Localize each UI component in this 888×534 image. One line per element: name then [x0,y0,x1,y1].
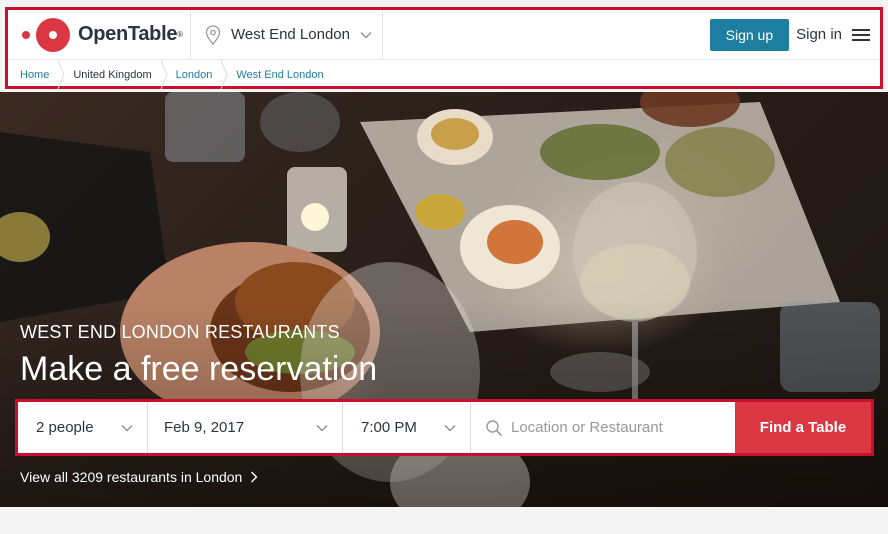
party-size-select[interactable]: 2 people [18,402,148,453]
view-all-restaurants-link[interactable]: View all 3209 restaurants in London [20,469,258,485]
location-label: West End London [231,26,350,43]
breadcrumb: Home United Kingdom London West End Lond… [8,60,880,89]
breadcrumb-item[interactable]: Home [20,60,73,89]
breadcrumb-london[interactable]: London [176,69,213,81]
breadcrumb-item[interactable]: West End London [236,69,323,81]
reservation-search-form: 2 people Feb 9, 2017 7:00 PM Location or… [15,399,874,456]
breadcrumb-separator-icon [57,60,65,89]
chevron-down-icon [360,31,372,38]
breadcrumb-separator-icon [220,60,228,89]
hero-title: Make a free reservation [20,350,378,388]
hero-banner: WEST END LONDON RESTAURANTS Make a free … [0,92,888,507]
opentable-logo[interactable]: OpenTable ® [8,10,191,59]
breadcrumb-united-kingdom: United Kingdom [73,68,152,81]
view-all-label: View all 3209 restaurants in London [20,469,243,485]
breadcrumb-home[interactable]: Home [20,69,49,81]
chevron-down-icon [444,424,456,431]
party-size-value: 2 people [36,419,94,436]
time-select[interactable]: 7:00 PM [343,402,471,453]
breadcrumb-item: United Kingdom [73,60,175,89]
location-pin-icon [205,24,221,45]
date-select[interactable]: Feb 9, 2017 [148,402,343,453]
chevron-down-icon [316,424,328,431]
location-search-placeholder: Location or Restaurant [511,419,663,436]
logo-registered-mark: ® [177,30,184,39]
sign-up-button[interactable]: Sign up [709,18,790,51]
breadcrumb-separator-icon [160,60,168,89]
logo-small-dot-icon [22,30,30,39]
find-a-table-button[interactable]: Find a Table [735,402,871,453]
breadcrumb-west-end-london[interactable]: West End London [236,69,323,81]
sign-in-link[interactable]: Sign in [796,26,842,43]
time-value: 7:00 PM [361,419,417,436]
chevron-down-icon [121,424,133,431]
chevron-right-icon [251,471,258,483]
search-icon [486,419,503,436]
location-selector[interactable]: West End London [191,10,383,59]
top-bar: OpenTable ® West End London Sign up Sign … [8,10,880,60]
hero-subtitle: WEST END LONDON RESTAURANTS [20,322,340,342]
site-header: OpenTable ® West End London Sign up Sign … [5,7,883,89]
opentable-logo-icon [36,17,70,52]
menu-icon[interactable] [852,28,870,42]
logo-text: OpenTable [78,23,178,45]
location-search-input[interactable]: Location or Restaurant [471,402,735,453]
date-value: Feb 9, 2017 [164,419,245,436]
breadcrumb-item[interactable]: London [176,60,237,89]
